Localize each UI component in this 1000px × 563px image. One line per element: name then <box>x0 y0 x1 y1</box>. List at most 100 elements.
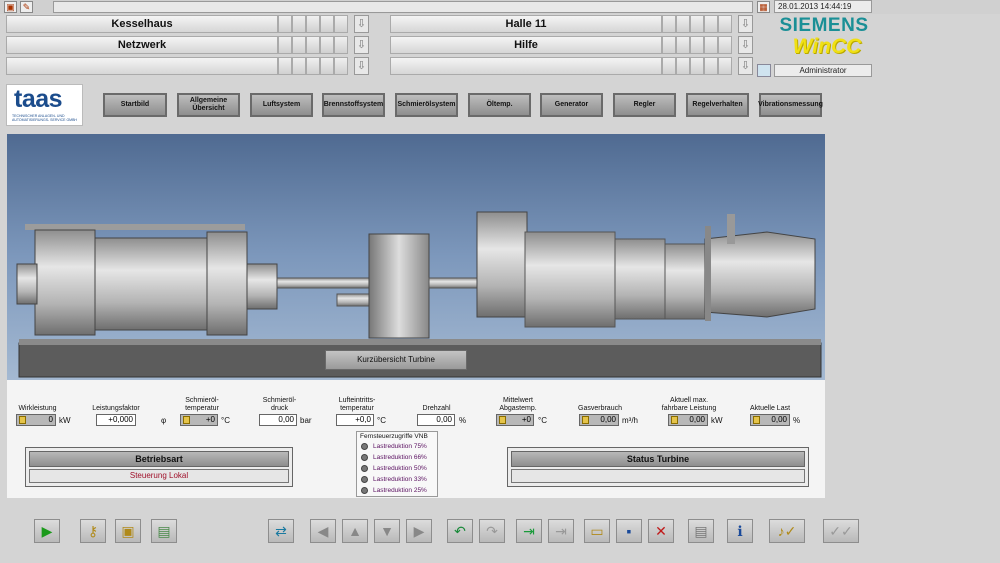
nav-slot[interactable] <box>718 36 732 54</box>
play-icon[interactable]: ▶ <box>34 519 60 543</box>
nav-slot[interactable] <box>718 15 732 33</box>
nav-netzwerk[interactable]: Netzwerk <box>6 36 278 54</box>
leistungsfaktor-label: Leistungsfaktor <box>92 405 140 412</box>
window-icon[interactable]: ▣ <box>115 519 141 543</box>
delete-icon[interactable]: ✕ <box>648 519 674 543</box>
schmieroel-druck-input[interactable]: 0,00 <box>259 414 297 426</box>
import-icon[interactable]: ⇥ <box>516 519 542 543</box>
turbine-scene <box>7 134 825 380</box>
turbine-overview-button[interactable]: Kurzübersicht Turbine <box>325 350 467 370</box>
lastreduktion-50: Lastreduktion 50% <box>357 463 437 474</box>
abgastemp-label: Mittelwert Abgastemp. <box>499 397 537 412</box>
nav-slot[interactable] <box>278 36 292 54</box>
nav-kesselhaus[interactable]: Kesselhaus <box>6 15 278 33</box>
nav-slot[interactable] <box>662 15 676 33</box>
nav-empty-right[interactable] <box>390 57 662 75</box>
save-icon[interactable]: ▪ <box>616 519 642 543</box>
dropdown-arrow-icon[interactable]: ⇩ <box>354 36 369 54</box>
nav-slot[interactable] <box>306 15 320 33</box>
nav-slot[interactable] <box>306 57 320 75</box>
key-icon[interactable]: ⚷ <box>80 519 106 543</box>
drehzahl-input[interactable]: 0,00 <box>417 414 455 426</box>
nav-slot[interactable] <box>320 36 334 54</box>
nav-slot[interactable] <box>306 36 320 54</box>
info-icon[interactable]: ℹ <box>727 519 753 543</box>
betriebsart-value: Steuerung Lokal <box>29 469 289 483</box>
nav-slot[interactable] <box>676 36 690 54</box>
schmieroel-temp-value: +0 <box>180 414 218 426</box>
betriebsart-title: Betriebsart <box>29 451 289 467</box>
nav-slot[interactable] <box>292 57 306 75</box>
menu-brennstoffsystem[interactable]: Brennstoffsystem <box>322 93 385 117</box>
gearbox <box>368 233 430 339</box>
dropdown-arrow-icon[interactable]: ⇩ <box>354 57 369 75</box>
computer-icon[interactable] <box>757 64 771 77</box>
nav-slot[interactable] <box>662 36 676 54</box>
user-display: Administrator <box>774 64 872 77</box>
edit-icon[interactable]: ✎ <box>20 1 33 13</box>
nav-hilfe[interactable]: Hilfe <box>390 36 662 54</box>
nav-slot[interactable] <box>292 36 306 54</box>
nav-slot[interactable] <box>676 15 690 33</box>
sound-ack-icon[interactable]: ♪✓ <box>769 519 805 543</box>
nav-slot[interactable] <box>718 57 732 75</box>
nav-slot[interactable] <box>676 57 690 75</box>
folder-icon[interactable]: ▣ <box>4 1 17 13</box>
max-leistung-label: Aktuell max. fahrbare Leistung <box>661 397 717 412</box>
menu-startbild[interactable]: Startbild <box>103 93 167 117</box>
nav-slot[interactable] <box>690 15 704 33</box>
dropdown-arrow-icon[interactable]: ⇩ <box>354 15 369 33</box>
menu-vibrationsmessung[interactable]: Vibrationsmessung <box>758 93 823 117</box>
menu-allgemeine-uebersicht[interactable]: Allgemeine Übersicht <box>177 93 240 117</box>
menu-luftsystem[interactable]: Luftsystem <box>250 93 313 117</box>
gasverbrauch-label: Gasverbrauch <box>578 405 622 412</box>
nav-slot[interactable] <box>292 15 306 33</box>
dropdown-arrow-icon[interactable]: ⇩ <box>738 57 753 75</box>
lufteintritt-temp-input[interactable]: +0,0 <box>336 414 374 426</box>
arrow-down-icon[interactable]: ▼ <box>374 519 400 543</box>
menu-regelverhalten[interactable]: Regelverhalten <box>686 93 749 117</box>
nav-slot[interactable] <box>320 15 334 33</box>
nav-empty-left[interactable] <box>6 57 278 75</box>
dropdown-arrow-icon[interactable]: ⇩ <box>738 15 753 33</box>
menu-generator[interactable]: Generator <box>540 93 603 117</box>
menu-regler[interactable]: Regler <box>613 93 676 117</box>
nav-slot[interactable] <box>334 15 348 33</box>
leistungsfaktor-input[interactable]: +0,000 <box>96 414 136 426</box>
report-icon[interactable]: ▤ <box>151 519 177 543</box>
redo-icon[interactable]: ↷ <box>479 519 505 543</box>
fernsteuer-panel: Fernsteuerzugriffe VNB Lastreduktion 75%… <box>356 431 438 497</box>
lock-icon <box>753 416 760 424</box>
nav-slot[interactable] <box>334 57 348 75</box>
calendar-icon[interactable]: ▦ <box>757 1 770 13</box>
acknowledge-icon[interactable]: ✓✓ <box>823 519 859 543</box>
export-icon[interactable]: ⇥ <box>548 519 574 543</box>
status-turbine-box: Status Turbine <box>507 447 809 487</box>
nav-slot[interactable] <box>662 57 676 75</box>
nav-slot[interactable] <box>278 57 292 75</box>
nav-slot[interactable] <box>704 57 718 75</box>
nav-slot[interactable] <box>704 36 718 54</box>
open-icon[interactable]: ▭ <box>584 519 610 543</box>
nav-slot[interactable] <box>704 15 718 33</box>
nav-halle-11[interactable]: Halle 11 <box>390 15 662 33</box>
arrow-right-icon[interactable]: ▶ <box>406 519 432 543</box>
gas-turbine <box>476 211 816 328</box>
nav-slot[interactable] <box>690 36 704 54</box>
max-leistung-value: 0,00 <box>668 414 708 426</box>
menu-schmieroelsystem[interactable]: Schmierölsystem <box>395 93 458 117</box>
transfer-icon[interactable]: ⇄ <box>268 519 294 543</box>
dropdown-arrow-icon[interactable]: ⇩ <box>738 36 753 54</box>
arrow-up-icon[interactable]: ▲ <box>342 519 368 543</box>
logo-tagline: TECHNISCHER ANLAGEN- UND AUTOMATISIERUNG… <box>12 114 77 122</box>
menu-oeltemp[interactable]: Öltemp. <box>468 93 531 117</box>
arrow-left-icon[interactable]: ◀ <box>310 519 336 543</box>
nav-slot[interactable] <box>278 15 292 33</box>
lastreduktion-33: Lastreduktion 33% <box>357 474 437 485</box>
print-icon[interactable]: ▤ <box>688 519 714 543</box>
nav-slot[interactable] <box>320 57 334 75</box>
nav-slot[interactable] <box>690 57 704 75</box>
undo-icon[interactable]: ↶ <box>447 519 473 543</box>
lufteintritt-temp-label: Lufteintritts- temperatur <box>338 397 376 412</box>
nav-slot[interactable] <box>334 36 348 54</box>
